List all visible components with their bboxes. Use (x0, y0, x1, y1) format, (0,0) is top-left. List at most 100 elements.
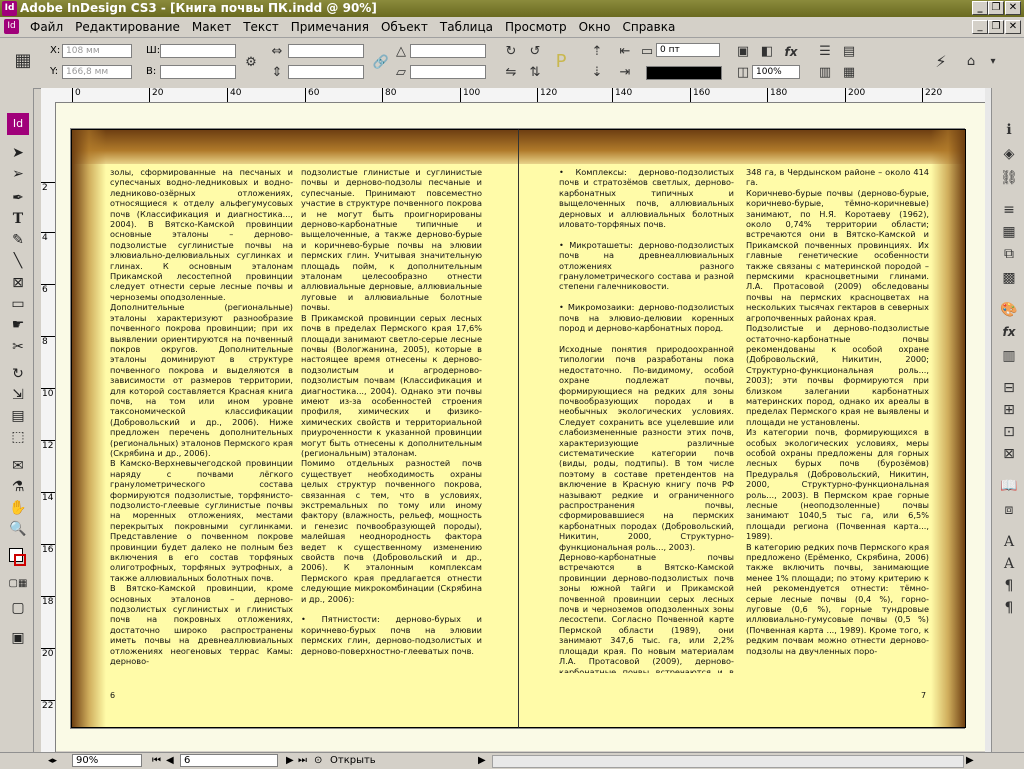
stroke-swatch[interactable] (14, 554, 26, 566)
horizontal-scrollbar[interactable] (492, 755, 964, 768)
text-column[interactable]: подзолистые глинистые и суглинистые почв… (301, 167, 482, 673)
info-panel-icon[interactable]: ℹ (998, 120, 1020, 140)
select-container-icon[interactable]: ⇡ (588, 43, 606, 61)
text-column[interactable]: 348 га, в Чердынском районе – около 414 … (746, 167, 929, 673)
pencil-tool-icon[interactable]: ✎ (7, 230, 29, 250)
index-panel-icon[interactable]: ⧈ (998, 500, 1020, 520)
menu-file[interactable]: Файл (24, 17, 69, 37)
doc-restore-button[interactable]: ❐ (988, 20, 1004, 34)
rotate-ccw-icon[interactable]: ↺ (526, 43, 544, 61)
next-page-icon[interactable]: ▶ (286, 753, 294, 768)
status-text[interactable]: Открыть (330, 753, 376, 768)
stroke-panel-icon[interactable]: ≡ (998, 200, 1020, 220)
menu-type[interactable]: Текст (237, 17, 285, 37)
scroll-right-icon[interactable]: ▶ (966, 753, 974, 768)
ruler-origin[interactable] (41, 88, 56, 103)
chain-link-icon[interactable]: 🔗 (372, 54, 390, 72)
text-wrap-shape-icon[interactable]: ▥ (816, 64, 834, 82)
character-styles-icon[interactable]: A (998, 554, 1020, 574)
reference-point-icon[interactable]: ▦ (14, 52, 32, 70)
select-next-icon[interactable]: ⇥ (616, 64, 634, 82)
flip-vertical-icon[interactable]: ⇅ (526, 64, 544, 82)
menu-window[interactable]: Окно (573, 17, 617, 37)
page-left[interactable]: золы, сформированные на песчаных и супес… (71, 129, 520, 728)
doc-minimize-button[interactable]: _ (972, 20, 988, 34)
menu-notes[interactable]: Примечания (285, 17, 375, 37)
layers-panel-icon[interactable]: ◈ (998, 144, 1020, 164)
note-tool-icon[interactable]: ✉ (7, 456, 29, 476)
zoom-select[interactable]: 90% (72, 754, 142, 767)
stroke-type-select[interactable] (646, 66, 722, 80)
scissors-tool-icon[interactable]: ✂ (7, 337, 29, 357)
maximize-button[interactable]: ❐ (988, 1, 1004, 15)
scale-tool-icon[interactable]: ⇲ (7, 385, 29, 405)
doc-close-button[interactable]: ✕ (1005, 20, 1021, 34)
bridge-icon[interactable]: ⌂ (962, 53, 980, 71)
type-tool-icon[interactable]: T (7, 209, 29, 229)
menu-table[interactable]: Таблица (434, 17, 499, 37)
gradient-panel-icon[interactable]: ▥ (998, 346, 1020, 366)
zoom-tool-icon[interactable]: 🔍 (7, 519, 29, 539)
open-status-icon[interactable]: ⊙ (314, 753, 322, 768)
eyedropper-tool-icon[interactable]: ⚗ (7, 477, 29, 497)
text-wrap-panel-icon[interactable]: ⊠ (998, 444, 1020, 464)
hand-tool-icon[interactable]: ✋ (7, 498, 29, 518)
effects-icon[interactable]: fx (782, 43, 800, 61)
line-tool-icon[interactable]: ╲ (7, 251, 29, 271)
first-page-icon[interactable]: ⏮ (152, 753, 161, 768)
prev-page-icon[interactable]: ◀ (166, 753, 174, 768)
menu-edit[interactable]: Редактирование (69, 17, 186, 37)
stroke-weight-field[interactable]: 0 пт (656, 43, 720, 57)
shear-field[interactable] (410, 65, 486, 79)
control-menu-icon[interactable]: ▾ (984, 53, 1002, 71)
transform-panel-icon[interactable]: ⊡ (998, 422, 1020, 442)
page-right[interactable]: • Комплексы: дерново-подзолистых почв и … (518, 129, 966, 728)
normal-view-icon[interactable]: ▢ (7, 598, 29, 618)
pasteboard[interactable]: золы, сформированные на песчаных и супес… (56, 103, 985, 751)
drop-shadow-icon[interactable]: ▣ (734, 43, 752, 61)
scale-y-field[interactable] (288, 65, 364, 79)
constrain-proportions-icon[interactable]: ⚙ (242, 54, 260, 72)
zoom-arrows-icon[interactable]: ◂▸ (48, 754, 57, 769)
button-tool-icon[interactable]: ☛ (7, 315, 29, 335)
text-wrap-jump-icon[interactable]: ▦ (840, 64, 858, 82)
menu-view[interactable]: Просмотр (499, 17, 573, 37)
close-button[interactable]: ✕ (1005, 1, 1021, 15)
select-previous-icon[interactable]: ⇤ (616, 43, 634, 61)
last-page-icon[interactable]: ⏭ (298, 753, 307, 768)
horizontal-ruler[interactable]: 0 20 40 60 80 100 120 140 160 180 200 22… (55, 88, 985, 103)
document-icon[interactable]: Id (4, 19, 19, 34)
menu-object[interactable]: Объект (375, 17, 434, 37)
x-field[interactable]: 108 мм (62, 44, 132, 58)
swatches-panel-icon[interactable]: ▩ (998, 268, 1020, 288)
frame-fitting-icon[interactable]: ◫ (734, 64, 752, 82)
links-panel-icon[interactable]: ⛓ (998, 168, 1020, 188)
rotate-tool-icon[interactable]: ↻ (7, 364, 29, 384)
book-panel-icon[interactable]: 📖 (998, 476, 1020, 496)
paragraph-panel-icon[interactable]: ¶ (998, 576, 1020, 596)
effects-panel-icon[interactable]: fx (998, 322, 1020, 342)
fill-icon[interactable]: ▭ (638, 43, 656, 61)
align-panel-icon[interactable]: ⊟ (998, 378, 1020, 398)
gradient-tool-icon[interactable]: ▤ (7, 406, 29, 426)
table-panel-icon[interactable]: ▦ (998, 222, 1020, 242)
text-column[interactable]: золы, сформированные на песчаных и супес… (110, 167, 293, 673)
rectangle-frame-tool-icon[interactable]: ⊠ (7, 273, 29, 293)
text-column[interactable]: • Комплексы: дерново-подзолистых почв и … (559, 167, 734, 673)
flip-horizontal-icon[interactable]: ⇋ (502, 64, 520, 82)
menu-layout[interactable]: Макет (186, 17, 237, 37)
direct-selection-tool-icon[interactable]: ➢ (7, 164, 29, 184)
y-field[interactable]: 166,8 мм (62, 65, 132, 79)
pathfinder-panel-icon[interactable]: ⊞ (998, 400, 1020, 420)
scale-x-field[interactable] (288, 44, 364, 58)
preview-mode-icon[interactable]: ▣ (7, 628, 29, 648)
status-menu-icon[interactable]: ▶ (478, 753, 486, 768)
free-transform-tool-icon[interactable]: ⬚ (7, 427, 29, 447)
height-field[interactable] (160, 65, 236, 79)
text-wrap-none-icon[interactable]: ☰ (816, 43, 834, 61)
color-panel-icon[interactable]: 🎨 (998, 300, 1020, 320)
width-field[interactable] (160, 44, 236, 58)
p-icon[interactable]: P (552, 53, 570, 71)
vertical-ruler[interactable]: 2 4 6 8 10 12 14 16 18 20 22 (41, 102, 56, 752)
character-panel-icon[interactable]: A (998, 532, 1020, 552)
